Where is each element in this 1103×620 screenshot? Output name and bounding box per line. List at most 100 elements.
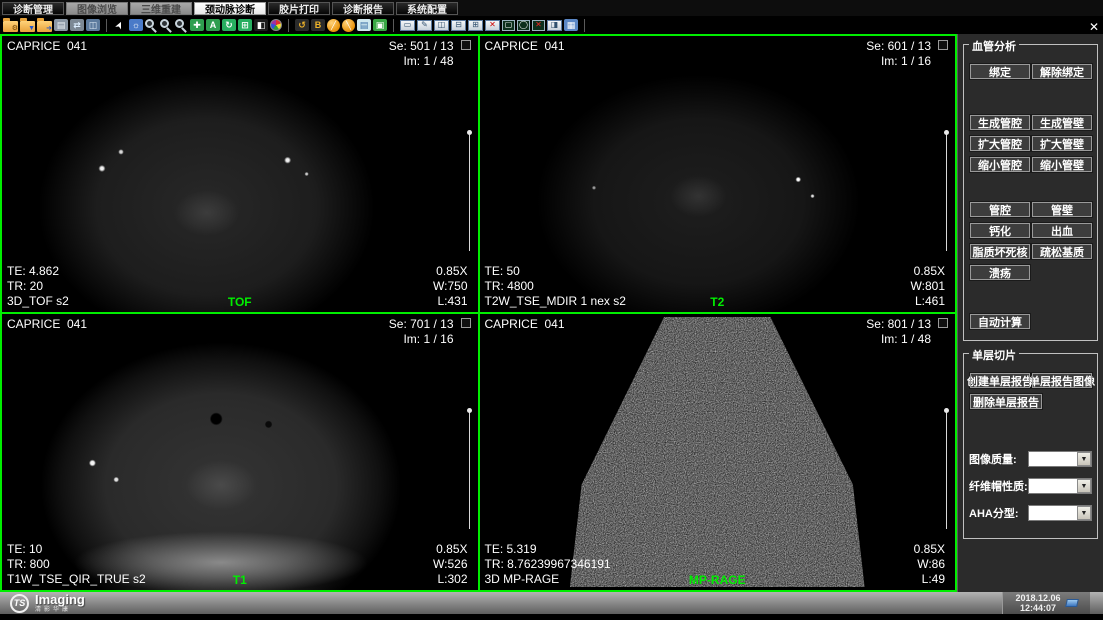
tab-diagnosis-management[interactable]: 诊断管理 (2, 2, 64, 15)
display-params: 0.85X W:750 L:431 (433, 264, 467, 309)
main-area: CAPRICE 041 Se: 501 / 13 Im: 1 / 48 TE: … (0, 34, 1103, 592)
hemorrhage-button[interactable]: 出血 (1031, 222, 1093, 239)
expand-lumen-button[interactable]: 扩大管腔 (969, 135, 1031, 152)
generate-lumen-button[interactable]: 生成管腔 (969, 114, 1031, 131)
slice-slider[interactable] (946, 411, 947, 530)
tab-system-config[interactable]: 系统配置 (396, 2, 458, 15)
mri-image-tof (2, 36, 478, 312)
auto-calculate-button[interactable]: 自动计算 (969, 313, 1031, 330)
layout-1x1-icon[interactable]: ▭ (400, 20, 415, 31)
delete-slice-report-button[interactable]: 删除单层报告 (969, 393, 1043, 410)
expand-wall-button[interactable]: 扩大管壁 (1031, 135, 1093, 152)
roi-delete-icon[interactable]: ✕ (532, 20, 545, 31)
page-box[interactable] (938, 318, 948, 328)
patient-name: CAPRICE 041 (7, 317, 87, 331)
lumen-button[interactable]: 管腔 (969, 201, 1031, 218)
archive-database-icon[interactable]: ◫ (86, 19, 100, 31)
fit-screen-icon[interactable]: ⊞ (238, 19, 252, 31)
date-text: 2018.12.06 (1015, 593, 1060, 603)
series-number: Se: 801 / 13 (866, 317, 931, 332)
color-wheel-icon[interactable] (270, 19, 282, 31)
refresh-icon[interactable]: ↻ (222, 19, 236, 31)
sequence-name: T2W_TSE_MDIR 1 nex s2 (485, 294, 626, 309)
rotate-image-icon[interactable]: ↺ (295, 19, 309, 31)
aha-type-select[interactable]: ▼ (1028, 505, 1092, 521)
image-number: Im: 1 / 16 (389, 332, 454, 347)
image-quality-select[interactable]: ▼ (1028, 451, 1092, 467)
toolbar: ⚙▼➜▤⇄◫➤☼✚A↻⊞◧↺B╱╲▤▣▭✎◫⊟⊞✕▢◯✕◨▦ (0, 16, 1103, 34)
ulcer-button[interactable]: 溃疡 (969, 264, 1031, 281)
series-info: Se: 801 / 13 Im: 1 / 48 (866, 317, 931, 347)
close-icon[interactable]: ✕ (1086, 20, 1102, 34)
patient-name: CAPRICE 041 (7, 39, 87, 53)
zoom-factor: 0.85X (433, 542, 467, 557)
import-study-folder-icon[interactable]: ➜ (37, 21, 52, 32)
toolbar-separator (106, 19, 107, 32)
save-study-folder-icon[interactable]: ▼ (20, 21, 35, 32)
generate-wall-button[interactable]: 生成管壁 (1031, 114, 1093, 131)
viewport-t2[interactable]: CAPRICE 041 Se: 601 / 13 Im: 1 / 16 TE: … (480, 36, 956, 312)
page-box[interactable] (461, 40, 471, 50)
slice-report-image-button[interactable]: 单层报告图像 (1031, 372, 1093, 389)
unbind-button[interactable]: 解除绑定 (1031, 63, 1093, 80)
zoom-in-icon[interactable] (145, 19, 154, 28)
roi-rect-icon[interactable]: ▢ (502, 20, 515, 31)
sequence-name: T1W_TSE_QIR_TRUE s2 (7, 572, 146, 587)
tab-3d-reconstruction[interactable]: 三维重建 (130, 2, 192, 15)
roi-ellipse-icon[interactable]: ◯ (517, 20, 530, 31)
zoom-factor: 0.85X (911, 264, 945, 279)
window-level-icon[interactable]: ☼ (129, 19, 143, 31)
display-params: 0.85X W:86 L:49 (914, 542, 945, 587)
layout-1x2-icon[interactable]: ◫ (434, 20, 449, 31)
tab-diagnosis-report[interactable]: 诊断报告 (332, 2, 394, 15)
chevron-down-icon[interactable]: ▼ (1077, 506, 1091, 520)
batch-edit-icon[interactable]: B (311, 19, 325, 31)
layout-2x2-icon[interactable]: ⊞ (468, 20, 483, 31)
calendar-icon (1065, 599, 1079, 607)
send-study-icon[interactable]: ⇄ (70, 19, 84, 31)
create-slice-report-button[interactable]: 创建单层报告 (969, 372, 1031, 389)
angle-tool-icon[interactable]: ╲ (342, 19, 355, 32)
viewport-grid: CAPRICE 041 Se: 501 / 13 Im: 1 / 48 TE: … (0, 34, 957, 592)
acquisition-params: TE: 50 TR: 4800 T2W_TSE_MDIR 1 nex s2 (485, 264, 626, 309)
invert-icon[interactable]: ◧ (254, 19, 268, 31)
zoom-region-icon[interactable] (160, 19, 169, 28)
calcification-button[interactable]: 钙化 (969, 222, 1031, 239)
copy-report-icon[interactable]: ▤ (357, 19, 371, 31)
loose-matrix-button[interactable]: 疏松基质 (1031, 243, 1093, 260)
lipid-core-button[interactable]: 脂质坏死核 (969, 243, 1031, 260)
pan-icon[interactable]: ✚ (190, 19, 204, 31)
viewport-t1[interactable]: CAPRICE 041 Se: 701 / 13 Im: 1 / 16 TE: … (2, 314, 478, 590)
zoom-out-icon[interactable] (175, 19, 184, 28)
layout-clear-icon[interactable]: ✕ (485, 20, 500, 31)
window-level: L:431 (433, 294, 467, 309)
series-number: Se: 501 / 13 (389, 39, 454, 54)
measure-tool-icon[interactable]: ╱ (327, 19, 340, 32)
chevron-down-icon[interactable]: ▼ (1077, 452, 1091, 466)
viewport-tof[interactable]: CAPRICE 041 Se: 501 / 13 Im: 1 / 48 TE: … (2, 36, 478, 312)
film-export-icon[interactable]: ▦ (564, 19, 578, 31)
slice-slider[interactable] (469, 133, 470, 252)
fibrous-cap-select[interactable]: ▼ (1028, 478, 1092, 494)
pointer-cursor-icon[interactable]: ➤ (112, 16, 128, 33)
layout-2x1-icon[interactable]: ⊟ (451, 20, 466, 31)
chevron-down-icon[interactable]: ▼ (1077, 479, 1091, 493)
page-box[interactable] (461, 318, 471, 328)
viewport-mprage[interactable]: CAPRICE 041 Se: 801 / 13 Im: 1 / 48 TE: … (480, 314, 956, 590)
bind-button[interactable]: 绑定 (969, 63, 1031, 80)
tab-carotid-diagnosis[interactable]: 颈动脉诊断 (194, 2, 266, 15)
tab-image-browse[interactable]: 图像浏览 (66, 2, 128, 15)
shrink-wall-button[interactable]: 缩小管壁 (1031, 156, 1093, 173)
compare-view-icon[interactable]: ◨ (547, 20, 562, 31)
annotation-icon[interactable]: A (206, 19, 220, 31)
export-image-icon[interactable]: ▣ (373, 19, 387, 31)
open-study-folder-icon[interactable]: ⚙ (3, 21, 18, 32)
page-box[interactable] (938, 40, 948, 50)
slice-slider[interactable] (946, 133, 947, 252)
layout-edit-icon[interactable]: ✎ (417, 20, 432, 31)
tab-film-print[interactable]: 胶片打印 (268, 2, 330, 15)
wall-button[interactable]: 管壁 (1031, 201, 1093, 218)
shrink-lumen-button[interactable]: 缩小管腔 (969, 156, 1031, 173)
worklist-monitor-icon[interactable]: ▤ (54, 19, 68, 31)
slice-slider[interactable] (469, 411, 470, 530)
